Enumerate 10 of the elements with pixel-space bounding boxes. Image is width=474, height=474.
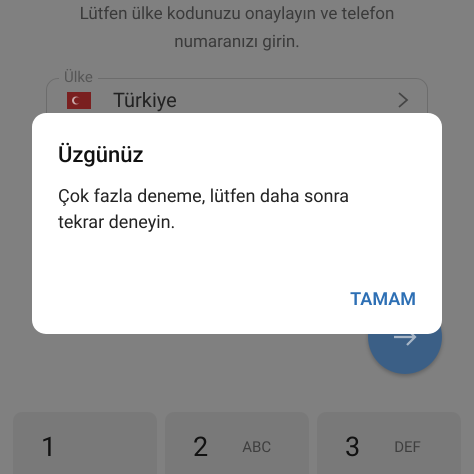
instruction-text: numaranızı girin. xyxy=(174,31,300,54)
keypad-key[interactable]: 1 xyxy=(13,412,157,474)
dialog-message: Çok fazla deneme, lütfen daha sonra tekrar deneyin. xyxy=(58,185,350,235)
ok-button[interactable]: TAMAM xyxy=(350,285,416,314)
flag-icon xyxy=(67,92,91,108)
instruction-text: Lütfen ülke kodunuzu onaylayın ve telefon xyxy=(80,3,394,26)
country-value: Türkiye xyxy=(113,88,178,112)
keypad-key[interactable]: 3 DEF xyxy=(317,412,461,474)
keypad-key[interactable]: 2 ABC xyxy=(165,412,309,474)
chevron-icon xyxy=(397,91,409,109)
